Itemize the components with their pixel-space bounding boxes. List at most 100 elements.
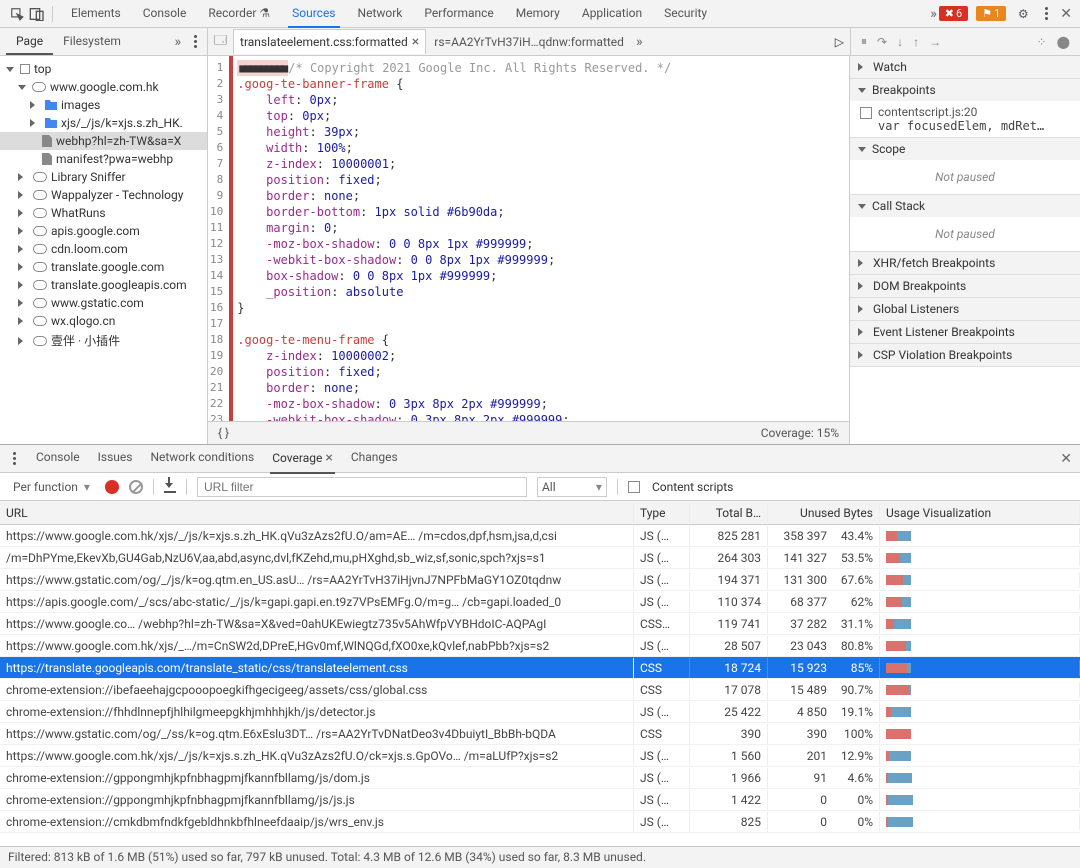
sources-toolbar: PageFilesystem » 🗔 translateelement.css:… [0, 28, 1080, 56]
sidebar-section-csp-violation-breakpoints[interactable]: CSP Violation Breakpoints [850, 344, 1080, 366]
warning-badge[interactable]: ⚑ 1 [976, 6, 1006, 21]
tree-item[interactable]: manifest?pwa=webhp [0, 150, 207, 168]
coverage-row[interactable]: https://www.google.com.hk/xjs/_/js/k=xjs… [0, 745, 1080, 767]
main-tab-memory[interactable]: Memory [512, 0, 564, 28]
step-into-icon[interactable]: ↓ [897, 35, 903, 49]
coverage-row[interactable]: https://www.google.com.hk/xjs/_…/m=CnSW2… [0, 635, 1080, 657]
sidebar-section-breakpoints[interactable]: Breakpoints [850, 79, 1080, 101]
run-snippet-icon[interactable]: ▷ [835, 35, 844, 49]
navigator-tab-filesystem[interactable]: Filesystem [53, 29, 131, 55]
device-toggle-icon[interactable] [28, 5, 46, 23]
tree-item[interactable]: cdn.loom.com [0, 240, 207, 258]
col-type[interactable]: Type [634, 503, 690, 523]
tree-item[interactable]: WhatRuns [0, 204, 207, 222]
tree-item[interactable]: Library Sniffer [0, 168, 207, 186]
coverage-row[interactable]: chrome-extension://fhhdlnnepfjhlhilgmeep… [0, 701, 1080, 723]
main-tab-console[interactable]: Console [139, 0, 191, 28]
coverage-row[interactable]: chrome-extension://cmkdbmfndkfgebldhnkbf… [0, 811, 1080, 833]
coverage-row[interactable]: https://www.gstatic.com/og/_/js/k=og.qtm… [0, 569, 1080, 591]
main-tab-elements[interactable]: Elements [67, 0, 125, 28]
main-tab-network[interactable]: Network [354, 0, 407, 28]
tree-item[interactable]: www.gstatic.com [0, 294, 207, 312]
clear-icon[interactable] [129, 480, 143, 494]
close-drawer-icon[interactable]: ✕ [1060, 451, 1072, 467]
drawer-tab-console[interactable]: Console [34, 444, 82, 474]
col-viz[interactable]: Usage Visualization [880, 503, 1080, 523]
sidebar-section-watch[interactable]: Watch [850, 56, 1080, 78]
coverage-row[interactable]: https://www.google.co… /webhp?hl=zh-TW&s… [0, 613, 1080, 635]
tree-item[interactable]: 壹伴 · 小插件 [0, 330, 207, 351]
main-tab-security[interactable]: Security [660, 0, 711, 28]
pause-icon[interactable]: ⏸ [861, 34, 867, 49]
coverage-row[interactable]: chrome-extension://gppongmhjkpfnbhagpmjf… [0, 767, 1080, 789]
more-file-tabs-icon[interactable]: » [636, 34, 643, 50]
gear-icon[interactable]: ⚙ [1014, 5, 1032, 23]
coverage-row[interactable]: chrome-extension://gppongmhjkpfnbhagpmjf… [0, 789, 1080, 811]
url-filter-input[interactable] [197, 477, 527, 497]
coverage-row[interactable]: chrome-extension://ibefaeehajgcpooopoegk… [0, 679, 1080, 701]
more-navigator-tabs-icon[interactable]: » [174, 34, 181, 50]
main-tab-performance[interactable]: Performance [420, 0, 497, 28]
navigator-tab-page[interactable]: Page [6, 29, 53, 55]
close-devtools-icon[interactable]: ✕ [1060, 6, 1072, 22]
coverage-row[interactable]: https://www.gstatic.com/og/_/ss/k=og.qtm… [0, 723, 1080, 745]
coverage-table-header: URL Type Total B… Unused Bytes Usage Vis… [0, 501, 1080, 525]
kebab-menu-icon[interactable] [1040, 7, 1052, 20]
record-icon[interactable] [105, 480, 119, 494]
drawer-tab-coverage[interactable]: Coverage × [270, 444, 335, 474]
code-content[interactable]: ■■■■■■■■■/* Copyright 2021 Google Inc. A… [229, 56, 671, 421]
error-badge[interactable]: ✖ 6 [939, 6, 968, 21]
file-tab[interactable]: rs=AA2YrTvH37iH…qdnw:formatted [428, 29, 630, 54]
more-tabs-icon[interactable]: » [930, 6, 937, 22]
tree-item[interactable]: wx.qlogo.cn [0, 312, 207, 330]
main-tab-sources[interactable]: Sources [288, 0, 339, 28]
drawer-tab-issues[interactable]: Issues [96, 444, 135, 474]
close-drawer-tab-icon[interactable]: × [325, 450, 332, 466]
drawer-menu-icon[interactable] [8, 452, 20, 465]
debugger-sidebar: WatchBreakpointscontentscript.js:20var f… [850, 56, 1080, 444]
tree-item[interactable]: webhp?hl=zh-TW&sa=X [0, 132, 207, 150]
drawer-tab-network-conditions[interactable]: Network conditions [148, 444, 256, 474]
sidebar-section-scope[interactable]: Scope [850, 138, 1080, 160]
main-tab-recorder[interactable]: Recorder ⚗ [204, 0, 274, 28]
coverage-row[interactable]: /m=DhPYme,EkevXb,GU4Gab,NzU6V,aa,abd,asy… [0, 547, 1080, 569]
tree-item[interactable]: translate.googleapis.com [0, 276, 207, 294]
drawer-tab-changes[interactable]: Changes [349, 444, 400, 474]
close-tab-icon[interactable]: × [412, 34, 419, 50]
tree-item[interactable]: apis.google.com [0, 222, 207, 240]
sidebar-section-xhr-fetch-breakpoints[interactable]: XHR/fetch Breakpoints [850, 252, 1080, 274]
col-unused[interactable]: Unused Bytes [768, 503, 880, 523]
coverage-row[interactable]: https://www.google.com.hk/xjs/_/js/k=xjs… [0, 525, 1080, 547]
pretty-print-button[interactable]: { } [218, 426, 229, 440]
sidebar-section-global-listeners[interactable]: Global Listeners [850, 298, 1080, 320]
file-navigator-tree[interactable]: topwww.google.com.hkimagesxjs/_/js/k=xjs… [0, 56, 208, 444]
col-url[interactable]: URL [0, 503, 634, 523]
file-history-icon[interactable]: 🗔 [214, 31, 227, 52]
sidebar-section-call-stack[interactable]: Call Stack [850, 195, 1080, 217]
tree-item[interactable]: www.google.com.hk [0, 78, 207, 96]
file-tab[interactable]: translateelement.css:formatted × [233, 29, 426, 54]
coverage-row[interactable]: https://apis.google.com/_/scs/abc-static… [0, 591, 1080, 613]
tree-item[interactable]: images [0, 96, 207, 114]
step-out-icon[interactable]: ↑ [913, 35, 919, 49]
tree-item[interactable]: translate.google.com [0, 258, 207, 276]
col-total[interactable]: Total B… [690, 503, 768, 523]
tree-item[interactable]: Wappalyzer - Technology [0, 186, 207, 204]
inspect-icon[interactable] [8, 5, 26, 23]
folder-icon [45, 118, 57, 128]
main-tab-application[interactable]: Application [578, 0, 646, 28]
content-scripts-checkbox[interactable]: Content scripts [628, 480, 733, 494]
sidebar-section-dom-breakpoints[interactable]: DOM Breakpoints [850, 275, 1080, 297]
navigator-menu-icon[interactable] [189, 35, 201, 48]
type-filter-dropdown[interactable]: All▾ [537, 477, 607, 497]
deactivate-bp-icon[interactable]: ⁘ [1037, 35, 1047, 49]
step-icon[interactable]: → [929, 35, 941, 49]
sidebar-section-event-listener-breakpoints[interactable]: Event Listener Breakpoints [850, 321, 1080, 343]
tree-item[interactable]: xjs/_/js/k=xjs.s.zh_HK. [0, 114, 207, 132]
tree-item[interactable]: top [0, 60, 207, 78]
coverage-row[interactable]: https://translate.googleapis.com/transla… [0, 657, 1080, 679]
step-over-icon[interactable]: ↷ [877, 35, 887, 49]
pause-exceptions-icon[interactable]: ⬤ [1057, 35, 1070, 49]
export-icon[interactable] [164, 481, 176, 493]
per-function-dropdown[interactable]: Per function ▾ [8, 477, 95, 497]
